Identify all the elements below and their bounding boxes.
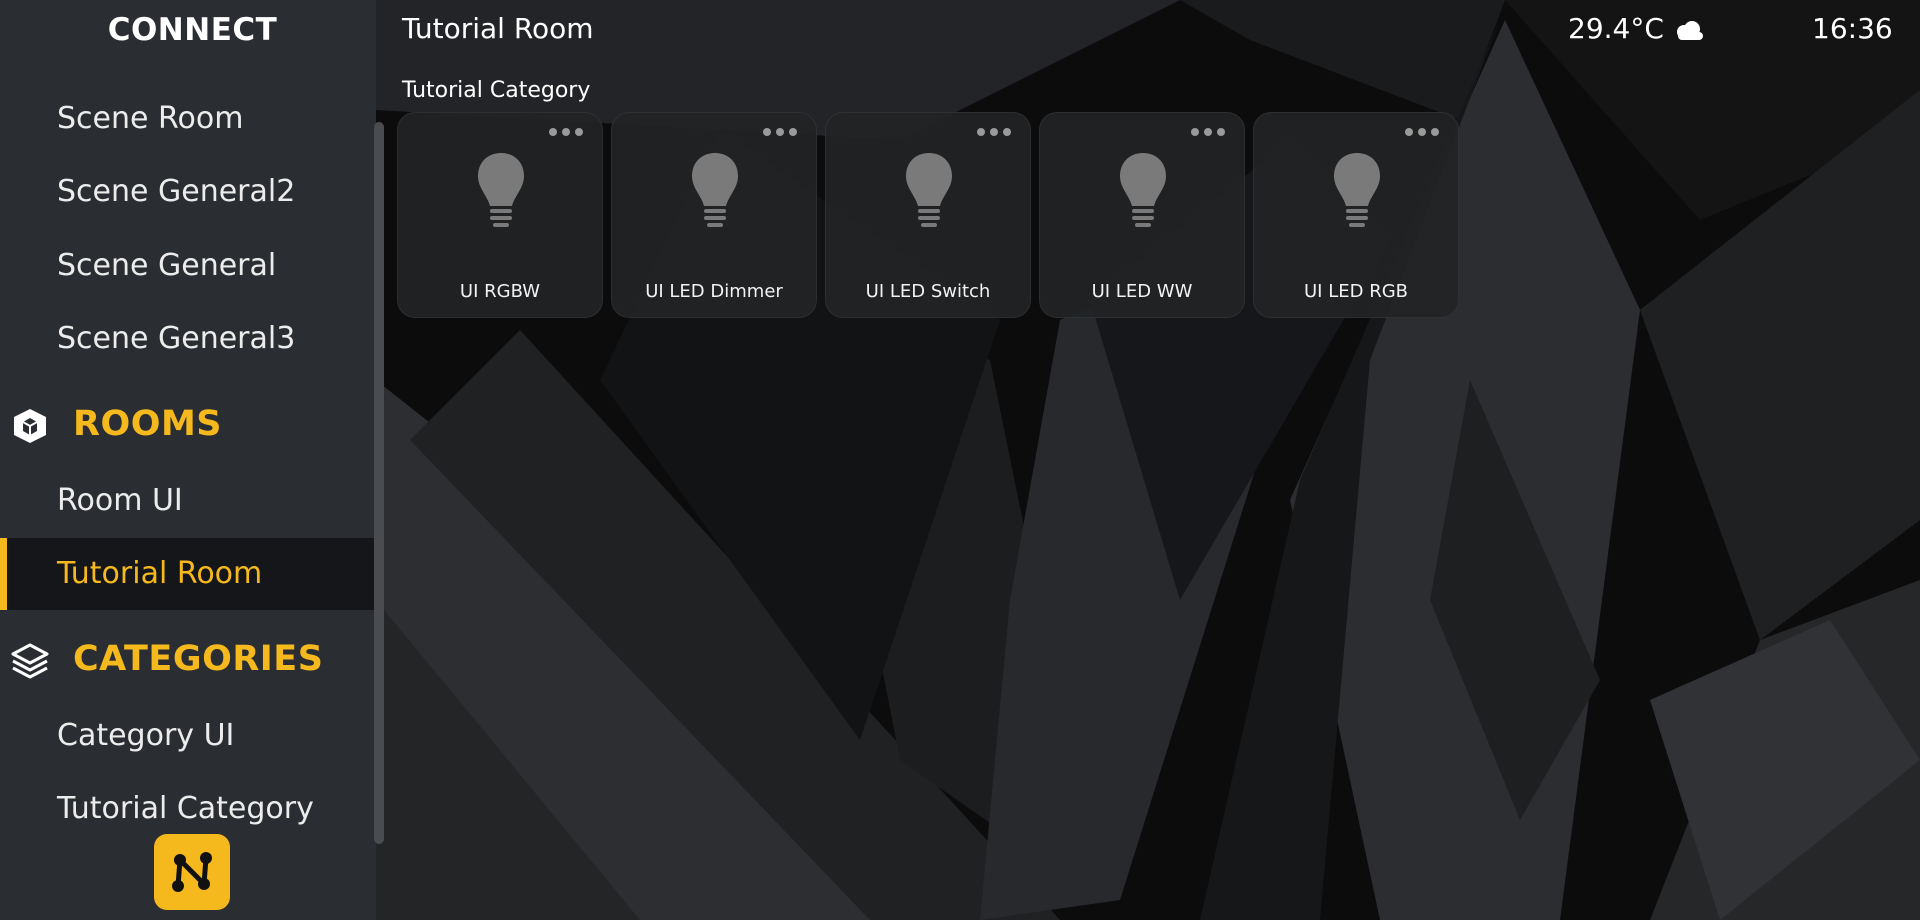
light-bulb-icon bbox=[1334, 153, 1380, 227]
clock: 16:36 bbox=[1812, 12, 1893, 45]
app-logo-button[interactable] bbox=[154, 834, 230, 910]
categories-header-label: CATEGORIES bbox=[73, 639, 324, 679]
brand-title: CONNECT bbox=[107, 12, 278, 48]
device-tile-ui-led-switch[interactable]: UI LED Switch bbox=[825, 112, 1031, 318]
cube-icon bbox=[14, 409, 46, 443]
sidebar: CONNECT Scene Room Scene General2 Scene … bbox=[0, 0, 376, 920]
device-tile-ui-rgbw[interactable]: UI RGBW bbox=[397, 112, 603, 318]
light-bulb-icon bbox=[478, 153, 524, 227]
layers-icon bbox=[11, 643, 49, 679]
rooms-header-label: ROOMS bbox=[73, 404, 222, 444]
sidebar-item-scene-general[interactable]: Scene General bbox=[0, 230, 376, 302]
device-tile-ui-led-rgb[interactable]: UI LED RGB bbox=[1253, 112, 1459, 318]
more-options-icon[interactable] bbox=[762, 125, 798, 139]
categories-section-header: CATEGORIES bbox=[0, 623, 376, 695]
page-title: Tutorial Room bbox=[402, 12, 594, 45]
app-logo-icon bbox=[172, 852, 212, 892]
more-options-icon[interactable] bbox=[1404, 125, 1440, 139]
sidebar-item-room-ui[interactable]: Room UI bbox=[0, 465, 376, 537]
more-options-icon[interactable] bbox=[976, 125, 1012, 139]
light-bulb-icon bbox=[692, 153, 738, 227]
category-title: Tutorial Category bbox=[402, 78, 591, 103]
sidebar-item-scene-general3[interactable]: Scene General3 bbox=[0, 303, 376, 375]
temperature-readout: 29.4°C bbox=[1568, 12, 1664, 45]
sidebar-item-scene-general2[interactable]: Scene General2 bbox=[0, 156, 376, 228]
sidebar-item-category-ui[interactable]: Category UI bbox=[0, 700, 376, 772]
light-bulb-icon bbox=[1120, 153, 1166, 227]
device-tile-ui-led-ww[interactable]: UI LED WW bbox=[1039, 112, 1245, 318]
cloud-icon bbox=[1677, 21, 1703, 40]
rooms-section-header: ROOMS bbox=[0, 388, 376, 460]
device-label: UI LED RGB bbox=[1304, 281, 1408, 302]
sidebar-item-scene-room[interactable]: Scene Room bbox=[0, 83, 376, 155]
device-label: UI LED Dimmer bbox=[645, 281, 783, 302]
device-label: UI LED WW bbox=[1091, 281, 1193, 302]
light-bulb-icon bbox=[906, 153, 952, 227]
more-options-icon[interactable] bbox=[1190, 125, 1226, 139]
device-tile-ui-led-dimmer[interactable]: UI LED Dimmer bbox=[611, 112, 817, 318]
more-options-icon[interactable] bbox=[548, 125, 584, 139]
device-label: UI RGBW bbox=[459, 281, 541, 302]
sidebar-item-tutorial-room[interactable]: Tutorial Room bbox=[0, 538, 376, 610]
device-label: UI LED Switch bbox=[865, 281, 991, 302]
sidebar-scrollbar[interactable] bbox=[374, 122, 384, 844]
